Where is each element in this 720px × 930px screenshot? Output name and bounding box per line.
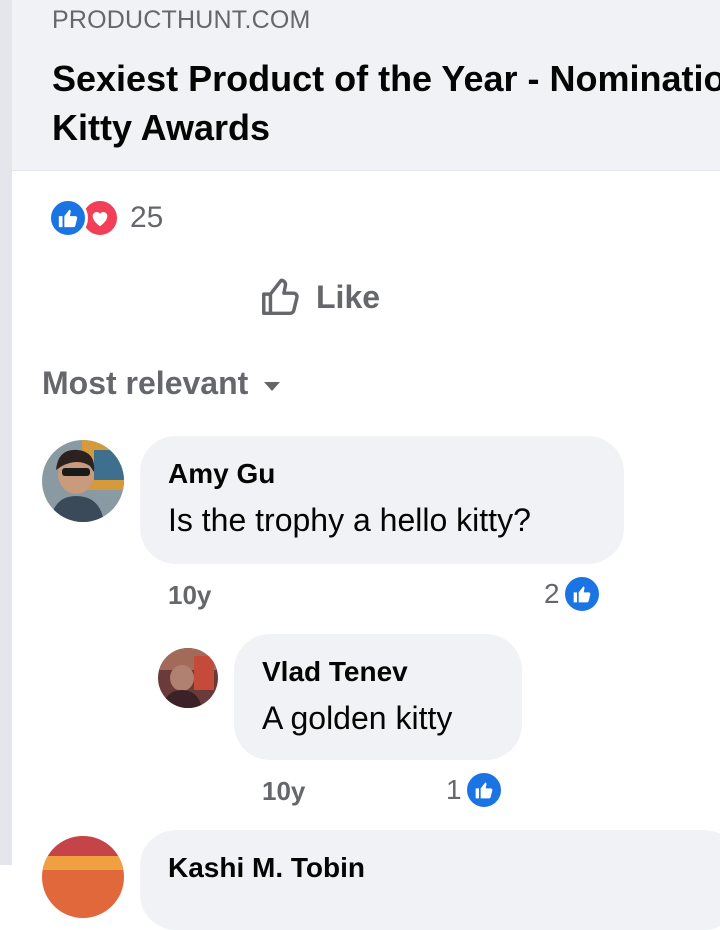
like-button[interactable]: Like <box>258 270 380 324</box>
like-label: Like <box>316 278 381 315</box>
comment-sort-dropdown[interactable]: Most relevant <box>42 360 281 406</box>
left-border <box>0 0 12 865</box>
reply-text: A golden kitty <box>262 700 453 736</box>
comment-author[interactable]: Kashi M. Tobin <box>168 852 365 884</box>
comment-text: Is the trophy a hello kitty? <box>168 502 531 538</box>
like-reaction-icon <box>561 574 602 614</box>
like-reaction-icon <box>48 198 88 238</box>
comment-like-count[interactable]: 2 <box>544 574 602 614</box>
comment-bubble[interactable] <box>140 436 624 564</box>
like-count: 2 <box>544 578 560 609</box>
reaction-count: 25 <box>130 201 164 234</box>
avatar[interactable] <box>42 836 124 918</box>
avatar[interactable] <box>42 440 124 522</box>
reply-bubble[interactable] <box>234 634 522 760</box>
comment-timestamp[interactable]: 10y <box>168 580 211 611</box>
sort-label: Most relevant <box>42 364 249 401</box>
thumbs-up-outline-icon <box>262 278 299 316</box>
like-reaction-icon <box>463 770 504 810</box>
avatar[interactable] <box>158 648 218 708</box>
reply-author[interactable]: Vlad Tenev <box>262 656 408 688</box>
reactions-summary[interactable]: 25 <box>48 196 163 240</box>
like-count: 1 <box>446 774 462 805</box>
link-domain: PRODUCTHUNT.COM <box>52 6 311 34</box>
link-title[interactable]: Sexiest Product of the Year - Nomination… <box>52 54 720 152</box>
comment-author[interactable]: Amy Gu <box>168 458 275 490</box>
link-preview-card[interactable]: PRODUCTHUNT.COM Sexiest Product of the Y… <box>12 0 720 171</box>
caret-down-icon <box>264 381 281 391</box>
reply-like-count[interactable]: 1 <box>446 770 504 810</box>
reply-timestamp[interactable]: 10y <box>262 776 305 807</box>
